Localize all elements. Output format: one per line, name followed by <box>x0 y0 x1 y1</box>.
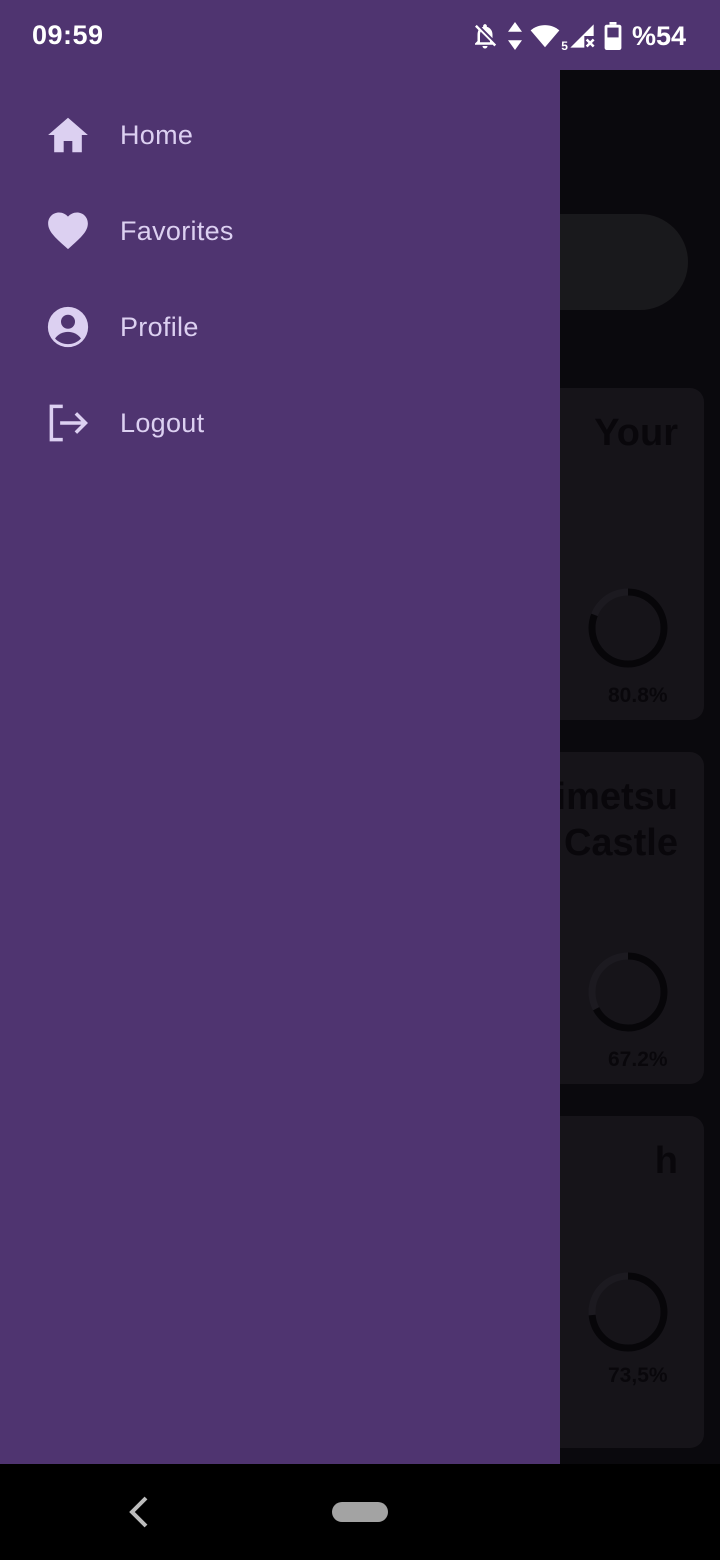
drawer-item-logout[interactable]: Logout <box>0 379 560 467</box>
drawer-item-label: Favorites <box>120 215 234 246</box>
status-icons: 5 %54 <box>470 18 686 54</box>
system-nav-bar <box>0 1464 720 1560</box>
battery-percent: %54 <box>631 20 686 51</box>
status-time: 09:59 <box>32 20 104 50</box>
drawer-item-label: Logout <box>120 407 205 438</box>
drawer-item-favorites[interactable]: Favorites <box>0 187 560 275</box>
drawer-item-home[interactable]: Home <box>0 91 560 179</box>
home-icon <box>46 113 90 157</box>
wifi-icon: 5 <box>530 23 568 53</box>
signal-no-service-icon <box>568 22 596 50</box>
heart-icon <box>46 209 90 253</box>
drawer-item-profile[interactable]: Profile <box>0 283 560 371</box>
back-icon[interactable] <box>126 1494 152 1530</box>
account-circle-icon <box>46 305 90 349</box>
notifications-off-icon <box>470 21 500 51</box>
navigation-drawer: Home Favorites Profile Logout <box>0 70 560 1464</box>
drawer-item-label: Profile <box>120 311 199 342</box>
home-pill[interactable] <box>332 1502 388 1522</box>
status-bar: 09:59 5 %54 <box>0 0 720 70</box>
logout-icon <box>46 401 90 445</box>
wifi-badge: 5 <box>561 39 568 53</box>
battery-icon <box>604 22 622 50</box>
drawer-item-label: Home <box>120 119 194 150</box>
data-arrows-icon <box>507 22 522 50</box>
